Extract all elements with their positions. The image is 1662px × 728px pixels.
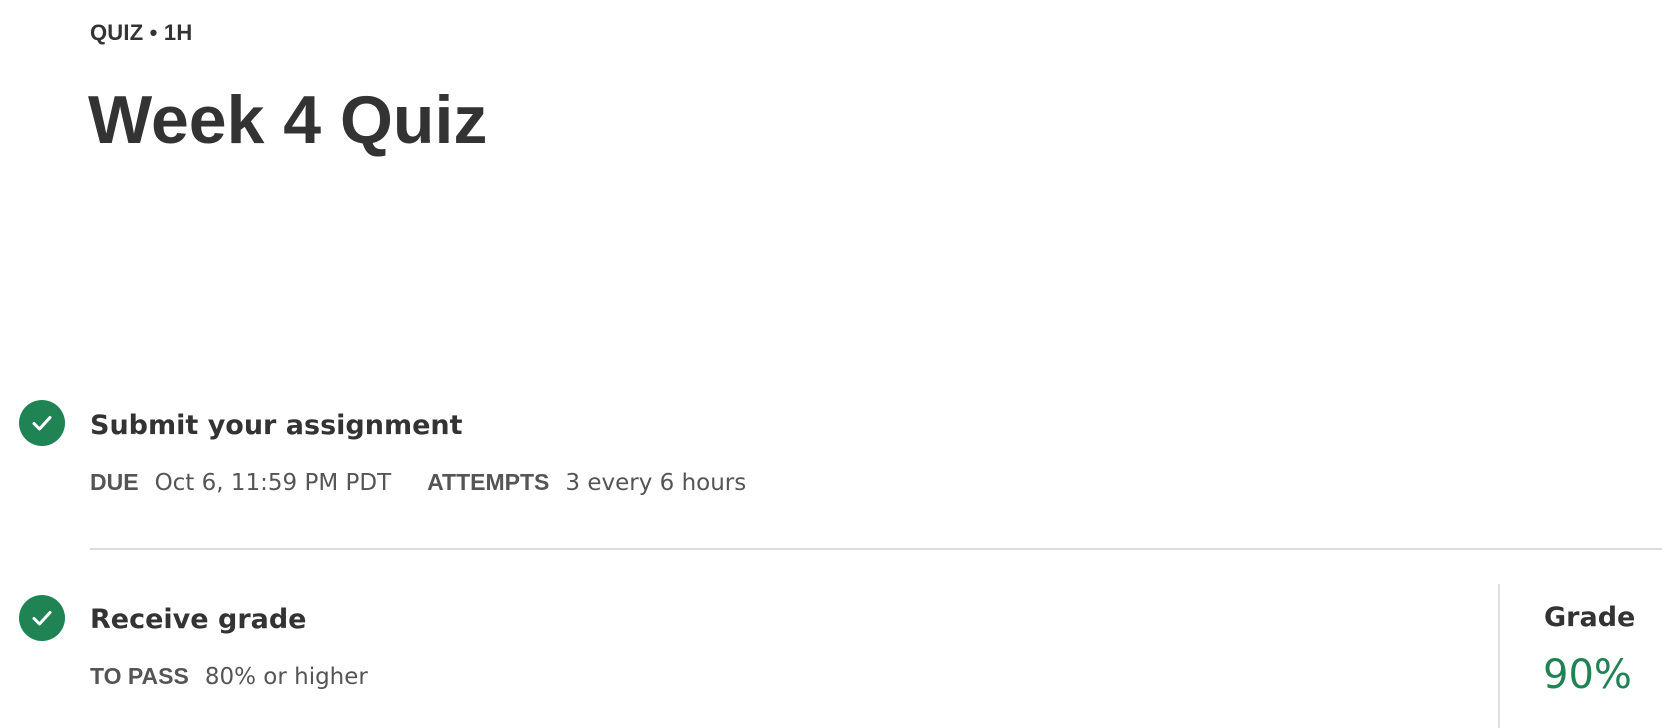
assignment-meta: DUE Oct 6, 11:59 PM PDT ATTEMPTS 3 every… xyxy=(90,469,746,496)
step-title: Submit your assignment xyxy=(90,410,463,441)
attempts-value: 3 every 6 hours xyxy=(565,470,747,496)
quiz-type-duration: QUIZ • 1H xyxy=(90,20,193,45)
page-title: Week 4 Quiz xyxy=(88,82,488,158)
due-label: DUE xyxy=(90,469,139,495)
check-circle-icon xyxy=(19,400,65,446)
to-pass-label: TO PASS xyxy=(90,663,189,689)
to-pass-value: 80% or higher xyxy=(204,664,368,690)
due-value: Oct 6, 11:59 PM PDT xyxy=(154,470,392,496)
grade-label: Grade xyxy=(1544,602,1636,633)
grade-value: 90% xyxy=(1543,652,1632,698)
check-circle-icon xyxy=(19,595,65,641)
step-title: Receive grade xyxy=(90,604,307,635)
attempts-label: ATTEMPTS xyxy=(427,469,550,495)
grade-divider xyxy=(1498,584,1500,728)
section-divider xyxy=(90,548,1662,550)
grade-requirement: TO PASS 80% or higher xyxy=(90,663,368,690)
